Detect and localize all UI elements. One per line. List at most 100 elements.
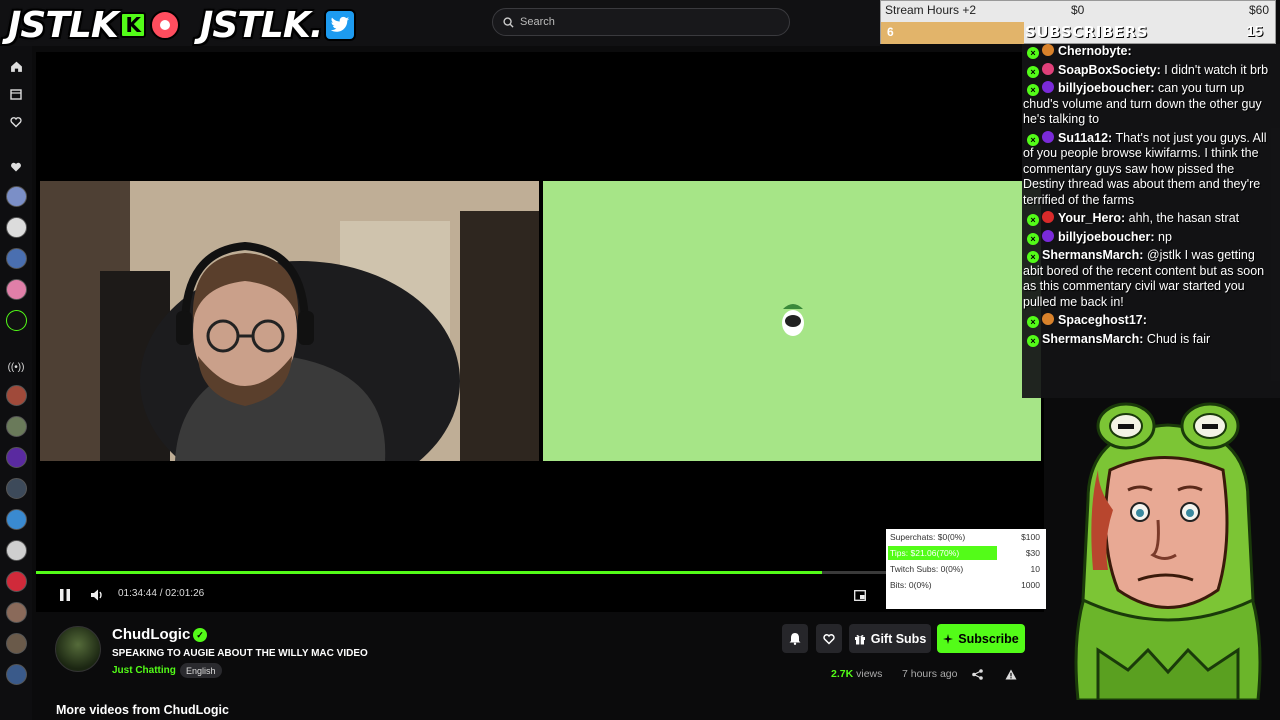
followed-channel-avatar[interactable] [6, 248, 27, 269]
record-icon [149, 10, 180, 40]
subscribers-count: 15 [1246, 23, 1263, 40]
share-button[interactable] [970, 667, 984, 681]
goal-row-tips: Tips: $21.06(70%) $30 [890, 546, 1042, 560]
twitter-icon [324, 9, 357, 41]
notifications-button[interactable] [782, 624, 808, 653]
live-channel-avatar[interactable] [6, 664, 27, 685]
chat-message: × billyjoeboucher: np [1022, 229, 1280, 246]
goal-row-bits: Bits: 0(0%) 1000 [890, 578, 1042, 592]
webcam-feed [40, 181, 539, 461]
seek-bar-progress[interactable] [36, 571, 823, 574]
logo-text: JSTLK [8, 4, 119, 46]
followed-channel-avatar[interactable] [6, 186, 27, 207]
chat-username[interactable]: Your_Hero: [1058, 211, 1125, 225]
kick-badge-icon: × [1027, 84, 1039, 96]
donation-goals-overlay: Superchats: $0(0%) $100 Tips: $21.06(70%… [886, 529, 1046, 609]
chat-username[interactable]: SoapBoxSociety: [1058, 63, 1161, 77]
more-videos-heading: More videos from ChudLogic [56, 703, 229, 717]
heart-outline-icon [823, 633, 835, 645]
share-icon [971, 668, 983, 680]
view-count-label: views [856, 668, 883, 680]
subscribe-button[interactable]: Subscribe [937, 624, 1025, 653]
goal-max: $100 [1021, 532, 1040, 542]
chat-username[interactable]: ShermansMarch: [1042, 332, 1143, 346]
view-count-number: 2.7K [831, 668, 854, 680]
kick-badge-icon: × [1027, 133, 1039, 146]
subscribe-label: Subscribe [958, 631, 1019, 646]
pause-button[interactable] [56, 586, 74, 604]
kick-badge-icon: × [1027, 232, 1039, 245]
followed-channel-avatar[interactable] [6, 217, 27, 238]
kick-badge-icon: × [1027, 334, 1039, 347]
goal-value: $0(0%) [937, 532, 966, 542]
report-button[interactable] [1004, 667, 1018, 681]
live-channel-avatar[interactable] [6, 509, 27, 530]
kick-icon: K [119, 12, 146, 38]
chat-username[interactable]: Su11a12: [1058, 131, 1112, 145]
live-channel-avatar[interactable] [6, 571, 27, 592]
goal-value: 0(0%) [940, 564, 964, 574]
live-channel-avatar[interactable] [6, 385, 27, 406]
user-badge-icon [1042, 313, 1054, 325]
home-icon[interactable] [6, 56, 26, 76]
chat-message: × ShermansMarch: @jstlk I was getting abi… [1022, 248, 1280, 310]
category-link[interactable]: Just Chatting [112, 665, 176, 676]
view-count: 2.7K views [831, 668, 882, 680]
gift-subs-button[interactable]: Gift Subs [849, 624, 931, 653]
user-badge-icon [1042, 62, 1054, 75]
volume-button[interactable] [88, 586, 106, 604]
chat-username[interactable]: Chernobyte: [1058, 44, 1132, 58]
volume-icon [90, 589, 102, 601]
stream-hours-current: 6 [887, 25, 894, 39]
chat-message: × Spaceghost17: [1022, 313, 1280, 329]
goal-max: 1000 [1021, 580, 1040, 590]
live-channel-avatar[interactable] [6, 540, 27, 561]
chat-username[interactable]: ShermansMarch: [1042, 248, 1143, 262]
bell-icon [789, 633, 801, 645]
chat-message: × SoapBoxSociety: I didn't watch it brb [1022, 62, 1280, 79]
gift-subs-label: Gift Subs [870, 631, 927, 646]
user-badge-icon [1042, 229, 1054, 242]
left-sidebar: ((•)) [0, 46, 32, 720]
goal-value: $21.06(70%) [910, 548, 960, 558]
stream-hours-max: $60 [1248, 3, 1269, 17]
live-channel-avatar[interactable] [6, 633, 27, 654]
chat-username[interactable]: billyjoeboucher: [1058, 230, 1155, 244]
goal-max: $30 [1025, 548, 1040, 558]
goal-label: Twitch Subs: [890, 564, 939, 574]
chat-username[interactable]: Spaceghost17: [1058, 313, 1147, 327]
live-channel-avatar[interactable] [6, 478, 27, 499]
user-badge-icon [1042, 44, 1054, 56]
user-badge-icon [1042, 81, 1054, 93]
browse-icon[interactable] [6, 84, 26, 104]
chat-text: np [1158, 229, 1172, 244]
search-icon [503, 16, 514, 28]
goal-max: 10 [1030, 564, 1040, 574]
search-bar[interactable] [492, 8, 790, 36]
jstlk-twitter-logo: JSTLK. [200, 5, 357, 46]
live-channel-avatar[interactable] [6, 416, 27, 437]
stream-age: 7 hours ago [902, 668, 958, 680]
live-channel-avatar[interactable] [6, 602, 27, 623]
picture-in-picture-button[interactable] [851, 586, 869, 604]
language-tag[interactable]: English [180, 663, 222, 678]
kick-badge-icon: × [1027, 65, 1039, 78]
followed-channel-avatar[interactable] [6, 310, 27, 331]
subscribers-label: SUBSCRIBERS [1025, 23, 1148, 41]
user-badge-icon [1042, 211, 1054, 223]
user-badge-icon [1042, 130, 1054, 143]
following-icon[interactable] [6, 112, 26, 132]
search-input[interactable] [520, 16, 760, 28]
follow-button[interactable] [816, 624, 842, 653]
live-channel-avatar[interactable] [6, 447, 27, 468]
goal-label: Tips: [890, 548, 909, 558]
stream-hours-progress [881, 22, 1024, 44]
chat-username[interactable]: billyjoeboucher: [1058, 81, 1155, 95]
goal-label: Bits: [890, 580, 907, 590]
gift-icon [854, 634, 865, 644]
kick-badge-icon: × [1027, 251, 1039, 263]
live-icon: ((•)) [7, 361, 25, 373]
followed-channel-avatar[interactable] [6, 279, 27, 300]
channel-name[interactable]: ChudLogic [112, 626, 190, 643]
channel-avatar[interactable] [55, 626, 101, 672]
